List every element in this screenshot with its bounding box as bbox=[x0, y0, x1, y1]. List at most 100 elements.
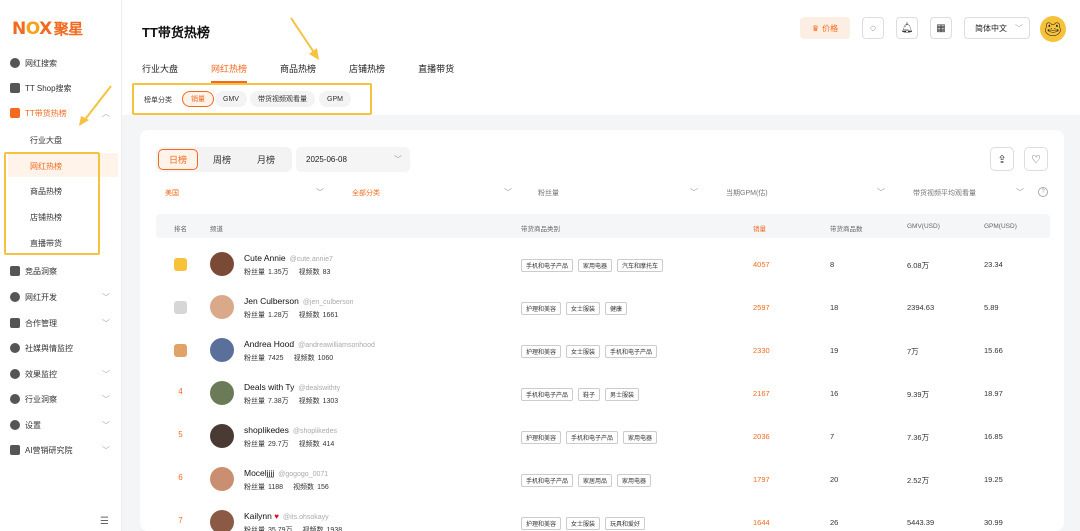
avatar[interactable] bbox=[210, 381, 234, 405]
th-items[interactable]: 带货商品数 bbox=[830, 223, 863, 233]
table-row[interactable]: 5 shoplikedes @shoplikedes 粉丝量 29.7万 视频数 414… bbox=[156, 415, 1050, 457]
channel-name-line[interactable]: Deals with Ty @dealswithty bbox=[244, 382, 340, 392]
chevron-down-icon: ﹀ bbox=[102, 394, 110, 404]
avg-views-dropdown[interactable]: 带货视频平均观看量 bbox=[913, 188, 976, 198]
nav-influencer-dev[interactable]: 网红开发 ﹀ bbox=[10, 288, 116, 306]
category-tag: 男士服装 bbox=[605, 388, 640, 401]
tab-live[interactable]: 直播带货 bbox=[418, 62, 454, 83]
gpm-value: 15.66 bbox=[984, 346, 1003, 355]
category-tag: 汽车和摩托车 bbox=[617, 259, 664, 272]
fans-count: 1.28万 bbox=[268, 312, 289, 319]
sales-value: 1644 bbox=[753, 518, 770, 527]
nav-effect-monitor[interactable]: 效果监控 ﹀ bbox=[10, 365, 116, 383]
country-dropdown[interactable]: 美国 bbox=[165, 188, 179, 198]
table-row[interactable]: 4 Deals with Ty @dealswithty 粉丝量 7.38万 视频数 1… bbox=[156, 372, 1050, 414]
category-tag: 护理和美容 bbox=[521, 431, 562, 444]
th-sales[interactable]: 销量 bbox=[753, 223, 766, 233]
channel-name-line[interactable]: Jen Culberson @jen_culberson bbox=[244, 296, 354, 306]
channel-name-line[interactable]: Moceljjjj @gogogo_0071 bbox=[244, 468, 328, 478]
channel-name[interactable]: Andrea Hood bbox=[244, 339, 294, 349]
th-gpm[interactable]: GPM(USD) bbox=[984, 223, 1017, 230]
period-monthly[interactable]: 月榜 bbox=[246, 149, 286, 170]
nav-industry-insight[interactable]: 行业洞察 ﹀ bbox=[10, 390, 116, 408]
tab-product-rank[interactable]: 商品热榜 bbox=[280, 62, 316, 83]
channel-name[interactable]: Deals with Ty bbox=[244, 382, 294, 392]
channel-name[interactable]: Jen Culberson bbox=[244, 296, 299, 306]
category-tag: 玩具和爱好 bbox=[605, 517, 646, 530]
table-row[interactable]: 7 Kailynn ♥ @its.ohsokayy 粉丝量 35.79万 视频数 193… bbox=[156, 501, 1050, 531]
items-value: 7 bbox=[830, 432, 835, 441]
nav-settings[interactable]: 设置 ﹀ bbox=[10, 416, 116, 434]
channel-name[interactable]: shoplikedes bbox=[244, 425, 289, 435]
channel-name-line[interactable]: shoplikedes @shoplikedes bbox=[244, 425, 337, 435]
table-row[interactable]: 6 Moceljjjj @gogogo_0071 粉丝量 1188 视频数 156 手机… bbox=[156, 458, 1050, 500]
category-tags: 护理和美容 女士服装 玩具和爱好 bbox=[521, 517, 650, 530]
help-icon[interactable]: ? bbox=[1038, 187, 1048, 197]
tab-influencer-rank[interactable]: 网红热榜 bbox=[211, 62, 248, 83]
sales-value: 2036 bbox=[753, 432, 770, 441]
gmv-value: 6.08万 bbox=[907, 261, 930, 270]
category-tags: 手机和电子产品 家用电器 汽车和摩托车 bbox=[521, 259, 668, 272]
avatar[interactable] bbox=[210, 510, 234, 531]
channel-name-line[interactable]: Kailynn ♥ @its.ohsokayy bbox=[244, 511, 329, 521]
apps-button[interactable]: ▦ bbox=[930, 17, 952, 39]
heart-icon: ♥ bbox=[274, 512, 280, 521]
fans-count: 1.35万 bbox=[268, 269, 289, 276]
avatar[interactable] bbox=[210, 252, 234, 276]
message-button[interactable]: ◌ bbox=[862, 17, 884, 39]
fans-count: 7425 bbox=[268, 355, 284, 362]
channel-name-line[interactable]: Cute Annie @cute.annie7 bbox=[244, 253, 333, 263]
date-select[interactable]: 2025-06-08 ﹀ bbox=[296, 147, 410, 172]
channel-name[interactable]: Moceljjjj bbox=[244, 468, 274, 478]
th-rank: 排名 bbox=[174, 226, 187, 233]
annotation-box-filter bbox=[132, 83, 372, 115]
avatar[interactable] bbox=[210, 338, 234, 362]
tab-industry[interactable]: 行业大盘 bbox=[142, 62, 178, 83]
language-select[interactable]: 简体中文 ﹀ bbox=[964, 17, 1030, 39]
nav-competitor[interactable]: 竞品洞察 bbox=[10, 262, 116, 280]
price-button[interactable]: ♛ 价格 bbox=[800, 17, 850, 39]
th-channel: 频道 bbox=[210, 226, 223, 233]
channel-name[interactable]: Cute Annie bbox=[244, 253, 286, 263]
tab-shop-rank[interactable]: 店铺热榜 bbox=[349, 62, 385, 83]
category-tag: 健康 bbox=[605, 302, 628, 315]
table-row[interactable]: Jen Culberson @jen_culberson 粉丝量 1.28万 视频数 1… bbox=[156, 286, 1050, 328]
user-avatar[interactable]: 🐸︎ bbox=[1040, 16, 1066, 42]
period-weekly[interactable]: 周榜 bbox=[202, 149, 242, 170]
channel-name-line[interactable]: Andrea Hood @andreawilliamsonhood bbox=[244, 339, 375, 349]
nav-social-monitor[interactable]: 社媒舆情监控 bbox=[10, 339, 116, 357]
period-daily[interactable]: 日榜 bbox=[158, 149, 198, 170]
th-gmv[interactable]: GMV(USD) bbox=[907, 223, 940, 230]
channel-meta: 粉丝量 7425 视频数 1060 bbox=[244, 355, 334, 362]
notification-button[interactable]: 🔔︎ bbox=[896, 17, 918, 39]
rank-medal-icon bbox=[174, 258, 187, 271]
nav-influencer-search[interactable]: 网红搜索 bbox=[10, 54, 116, 72]
favorite-button[interactable]: ♡ bbox=[1024, 147, 1048, 171]
channel-handle: @gogogo_0071 bbox=[278, 471, 329, 478]
collapse-sidebar-icon[interactable]: ☰ bbox=[100, 516, 109, 527]
fans-dropdown[interactable]: 粉丝量 bbox=[538, 188, 559, 198]
table-row[interactable]: Cute Annie @cute.annie7 粉丝量 1.35万 视频数 83 手机和… bbox=[156, 243, 1050, 285]
channel-name[interactable]: Kailynn bbox=[244, 511, 272, 521]
sales-value: 4057 bbox=[753, 260, 770, 269]
nav-ai-institute[interactable]: AI营销研究院 ﹀ bbox=[10, 441, 116, 459]
fans-count: 35.79万 bbox=[268, 527, 293, 531]
nox-logo[interactable]: NOX 聚星 bbox=[12, 18, 83, 39]
bell-icon: 🔔︎ bbox=[900, 22, 914, 34]
shop-icon bbox=[10, 83, 20, 93]
category-tag: 女士服装 bbox=[566, 302, 601, 315]
sub-item-industry[interactable]: 行业大盘 bbox=[30, 135, 62, 146]
avatar[interactable] bbox=[210, 295, 234, 319]
avatar[interactable] bbox=[210, 424, 234, 448]
chevron-down-icon: ﹀ bbox=[690, 188, 698, 197]
table-row[interactable]: Andrea Hood @andreawilliamsonhood 粉丝量 7425… bbox=[156, 329, 1050, 371]
channel-handle: @dealswithty bbox=[298, 385, 341, 392]
nav-cooperation[interactable]: 合作管理 ﹀ bbox=[10, 314, 116, 332]
gpm-dropdown[interactable]: 当期GPM(估) bbox=[726, 188, 768, 198]
export-button[interactable]: ⇪ bbox=[990, 147, 1014, 171]
fans-count: 7.38万 bbox=[268, 398, 289, 405]
videos-count: 414 bbox=[322, 441, 335, 448]
annotation-arrow-tab bbox=[290, 17, 319, 60]
avatar[interactable] bbox=[210, 467, 234, 491]
category-dropdown[interactable]: 全部分类 bbox=[352, 188, 380, 198]
